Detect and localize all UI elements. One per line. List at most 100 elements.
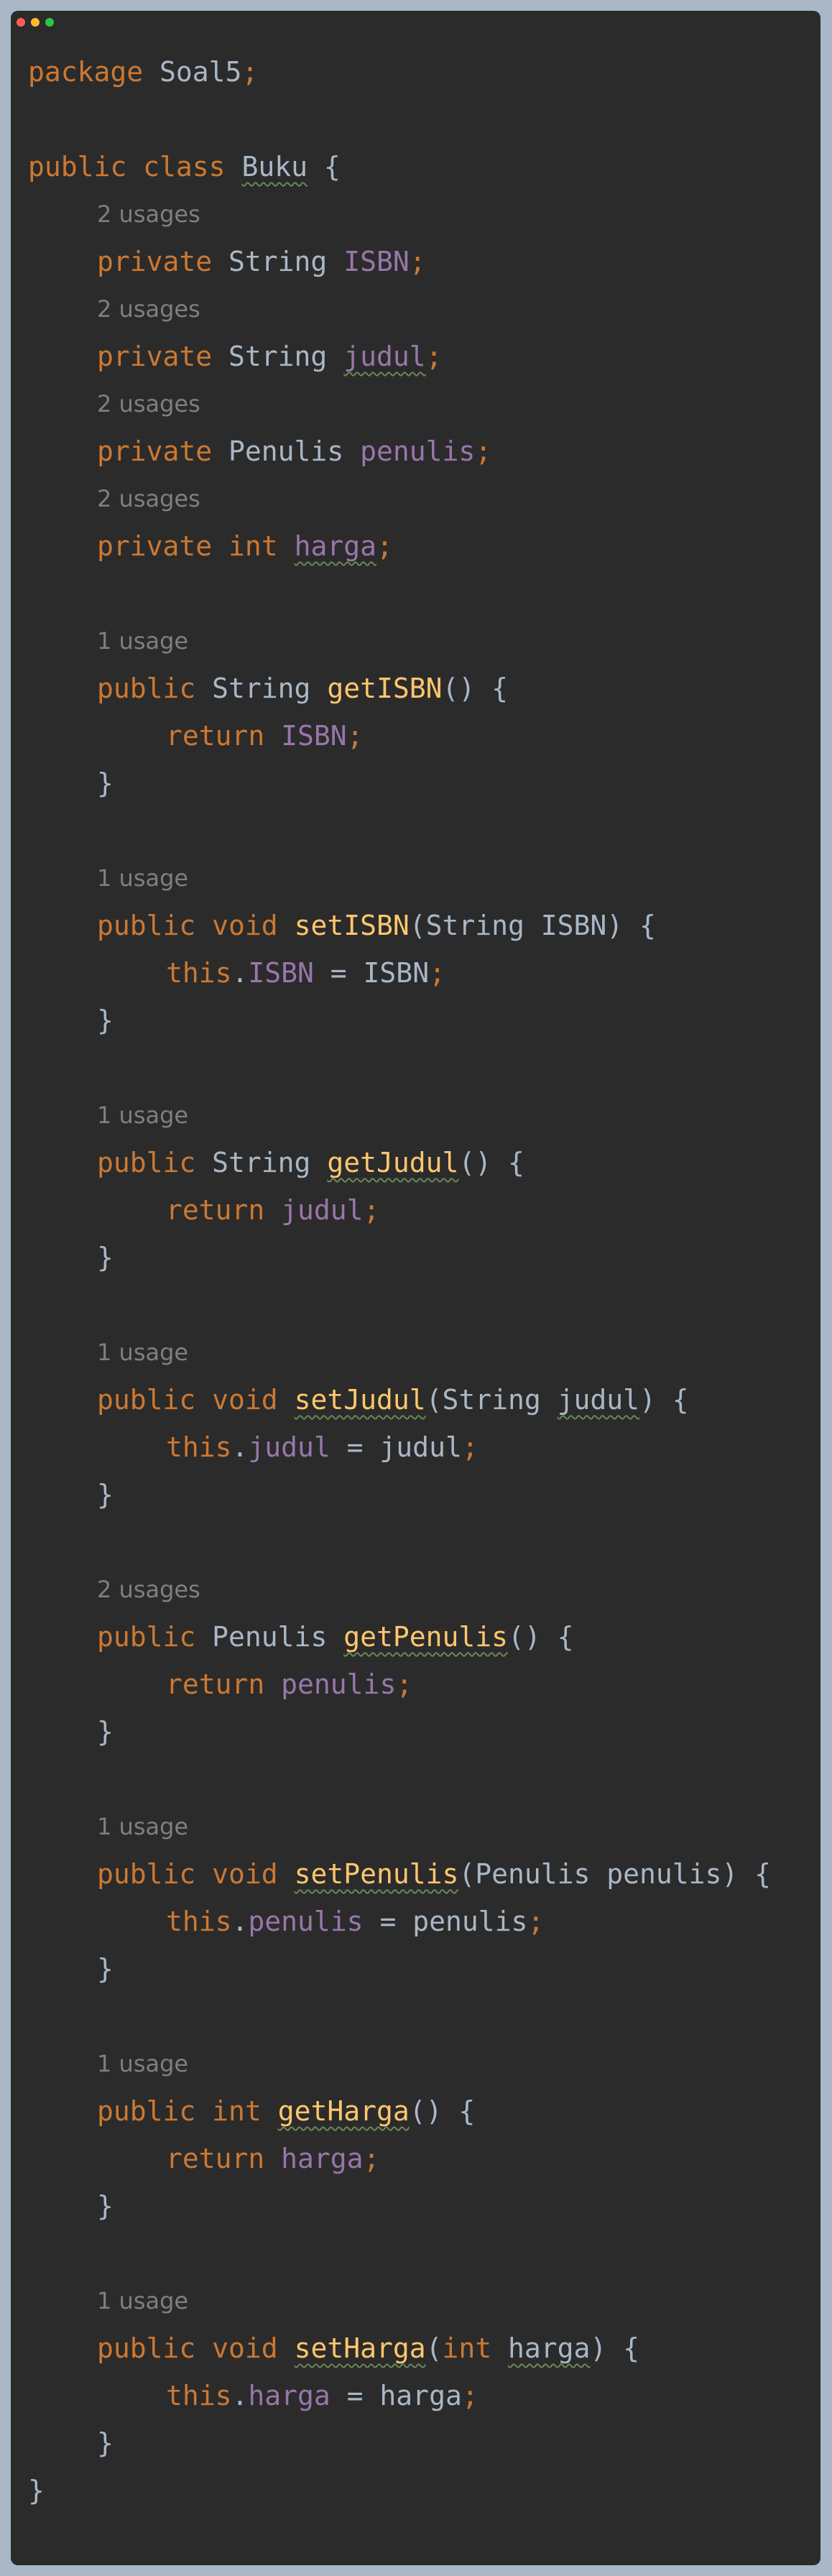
type-name: int: [228, 530, 278, 562]
package-name: Soal5: [160, 56, 242, 88]
field-name: penulis: [248, 1906, 364, 1937]
code-line: private int harga;: [28, 522, 821, 570]
editor-window: package Soal5; public class Buku { 2 usa…: [11, 11, 821, 2565]
code-line: }: [28, 1708, 821, 1755]
code-line: public String getJudul() {: [28, 1139, 821, 1186]
field-name: harga: [294, 530, 376, 562]
param-name: harga: [508, 2332, 591, 2364]
usage-hint[interactable]: 2 usages: [28, 1566, 821, 1613]
return-type: String: [212, 673, 311, 704]
code-line: return ISBN;: [28, 712, 821, 760]
code-line: }: [28, 2467, 821, 2514]
semicolon: ;: [475, 435, 492, 467]
method-name: setISBN: [294, 910, 410, 941]
brace: }: [97, 1242, 114, 1273]
usage-hint[interactable]: 2 usages: [28, 190, 821, 238]
code-line: }: [28, 1471, 821, 1518]
field-name: ISBN: [248, 957, 314, 989]
field-name: judul: [248, 1431, 331, 1463]
method-name: getJudul: [327, 1147, 459, 1178]
method-name: setPenulis: [294, 1858, 459, 1890]
keyword: public: [97, 673, 196, 704]
code-line: public void setJudul(String judul) {: [28, 1376, 821, 1423]
return-type: int: [212, 2095, 262, 2127]
method-params: () {: [442, 673, 509, 704]
method-params: () {: [409, 2095, 476, 2127]
keyword: private: [97, 530, 213, 562]
code-line: private String ISBN;: [28, 238, 821, 285]
type-name: String: [228, 246, 328, 277]
brace: }: [97, 1005, 114, 1036]
brace: }: [97, 1716, 114, 1748]
usage-hint[interactable]: 2 usages: [28, 285, 821, 333]
semicolon: ;: [429, 957, 445, 989]
assignment: = ISBN: [313, 957, 430, 989]
code-line: private Penulis penulis;: [28, 428, 821, 475]
usage-hint[interactable]: 1 usage: [28, 1329, 821, 1376]
dot: .: [231, 1906, 249, 1937]
usage-hint[interactable]: 1 usage: [28, 2040, 821, 2087]
method-name: getISBN: [327, 673, 443, 704]
semicolon: ;: [527, 1906, 545, 1937]
brace: }: [28, 2475, 45, 2506]
brace: }: [97, 767, 114, 799]
window-controls: [17, 18, 54, 27]
code-line: return penulis;: [28, 1661, 821, 1708]
keyword: this: [166, 1431, 232, 1463]
code-line: public class Buku {: [28, 143, 821, 190]
code-editor[interactable]: package Soal5; public class Buku { 2 usa…: [28, 48, 821, 2514]
keyword: public: [97, 1384, 196, 1416]
code-line: this.ISBN = ISBN;: [28, 949, 821, 997]
method-name: setHarga: [294, 2332, 426, 2364]
keyword: return: [166, 1668, 265, 1700]
code-line: package Soal5;: [28, 48, 821, 96]
brace: }: [97, 1479, 114, 1510]
close-button[interactable]: [17, 18, 25, 27]
method-name: setJudul: [294, 1384, 426, 1416]
usage-hint[interactable]: 2 usages: [28, 475, 821, 522]
keyword: this: [166, 1906, 232, 1937]
method-params: ) {: [590, 2332, 640, 2364]
code-line: public void setHarga(int harga) {: [28, 2325, 821, 2372]
keyword: public: [97, 2095, 196, 2127]
zoom-button[interactable]: [45, 18, 54, 27]
method-params: (: [425, 2332, 443, 2364]
usage-hint[interactable]: 1 usage: [28, 854, 821, 902]
method-params: () {: [508, 1621, 574, 1653]
keyword: public: [28, 151, 127, 183]
minimize-button[interactable]: [31, 18, 40, 27]
class-name: Buku: [241, 151, 308, 183]
return-type: String: [212, 1147, 311, 1178]
code-line: public int getHarga() {: [28, 2087, 821, 2135]
dot: .: [231, 957, 249, 989]
code-line: this.harga = harga;: [28, 2372, 821, 2419]
keyword: public: [97, 910, 196, 941]
usage-hint[interactable]: 1 usage: [28, 1803, 821, 1850]
field-name: judul: [281, 1194, 364, 1226]
usage-hint[interactable]: 1 usage: [28, 1091, 821, 1139]
return-type: void: [212, 1384, 278, 1416]
return-type: void: [212, 2332, 278, 2364]
return-type: void: [212, 1858, 278, 1890]
semicolon: ;: [363, 1194, 380, 1226]
code-line: public Penulis getPenulis() {: [28, 1613, 821, 1661]
keyword: public: [97, 1621, 196, 1653]
field-name: penulis: [281, 1668, 397, 1700]
semicolon: ;: [376, 530, 393, 562]
usage-hint[interactable]: 2 usages: [28, 380, 821, 428]
usage-hint[interactable]: 1 usage: [28, 2277, 821, 2325]
semicolon: ;: [241, 56, 259, 88]
code-line: this.penulis = penulis;: [28, 1898, 821, 1945]
code-line: return harga;: [28, 2135, 821, 2182]
type-name: String: [228, 341, 328, 372]
method-params: ) {: [639, 1384, 689, 1416]
usage-hint[interactable]: 1 usage: [28, 617, 821, 665]
method-params: (String ISBN) {: [409, 910, 656, 941]
keyword: private: [97, 341, 213, 372]
semicolon: ;: [461, 2380, 479, 2411]
